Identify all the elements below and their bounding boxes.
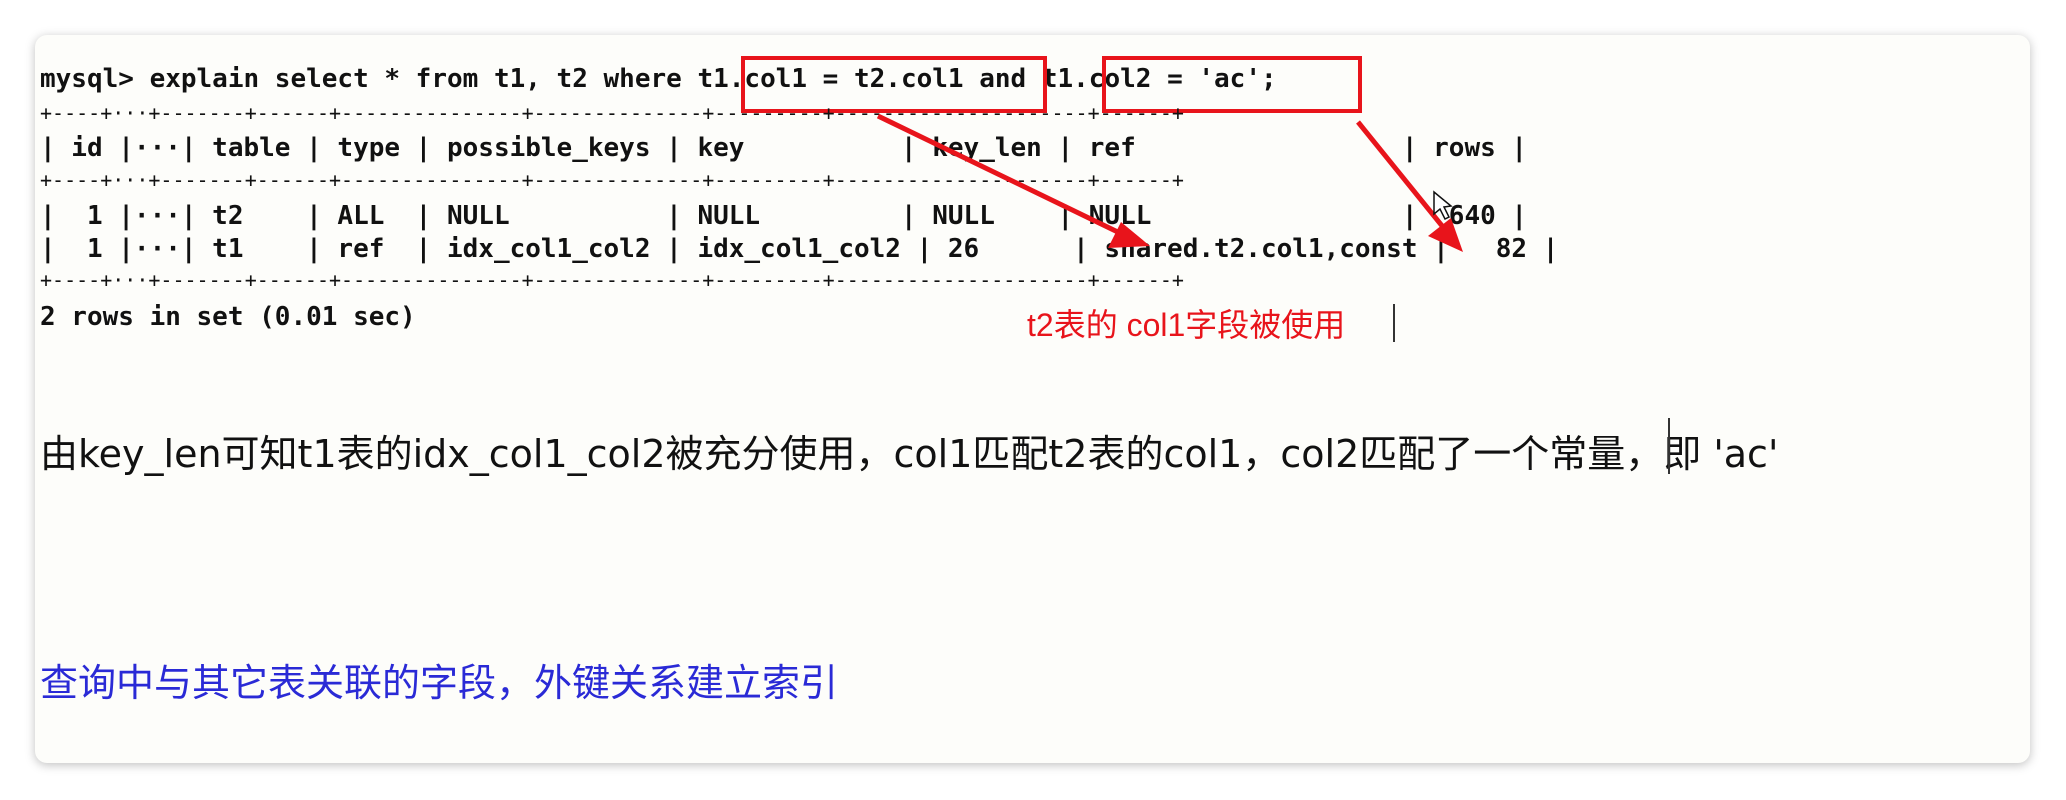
col1-used-note: t2表的 col1字段被使用 bbox=[1027, 307, 1346, 343]
table-header-row: | id |···| table | type | possible_keys … bbox=[40, 133, 1528, 163]
rows-in-set-footer: 2 rows in set (0.01 sec) bbox=[40, 302, 416, 332]
text-caret-2 bbox=[1668, 418, 1670, 474]
table-separator-mid: +----+···+-------+------+---------------… bbox=[40, 168, 1184, 192]
query-line: mysql> explain select * from t1, t2 wher… bbox=[40, 62, 1277, 96]
table-row-t1: | 1 |···| t1 | ref | idx_col1_col2 | idx… bbox=[40, 234, 1559, 264]
query-prefix: mysql> explain select * from t1, t2 wher… bbox=[40, 64, 698, 94]
table-row-t2: | 1 |···| t2 | ALL | NULL | NULL | NULL … bbox=[40, 201, 1528, 231]
index-recommendation-note: 查询中与其它表关联的字段，外键关系建立索引 bbox=[40, 661, 839, 705]
table-separator-bottom: +----+···+-------+------+---------------… bbox=[40, 268, 1184, 292]
table-separator-top: +----+···+-------+------+---------------… bbox=[40, 101, 1184, 125]
text-caret bbox=[1393, 304, 1395, 342]
key-len-explanation: 由key_len可知t1表的idx_col1_col2被充分使用，col1匹配t… bbox=[40, 432, 1779, 476]
